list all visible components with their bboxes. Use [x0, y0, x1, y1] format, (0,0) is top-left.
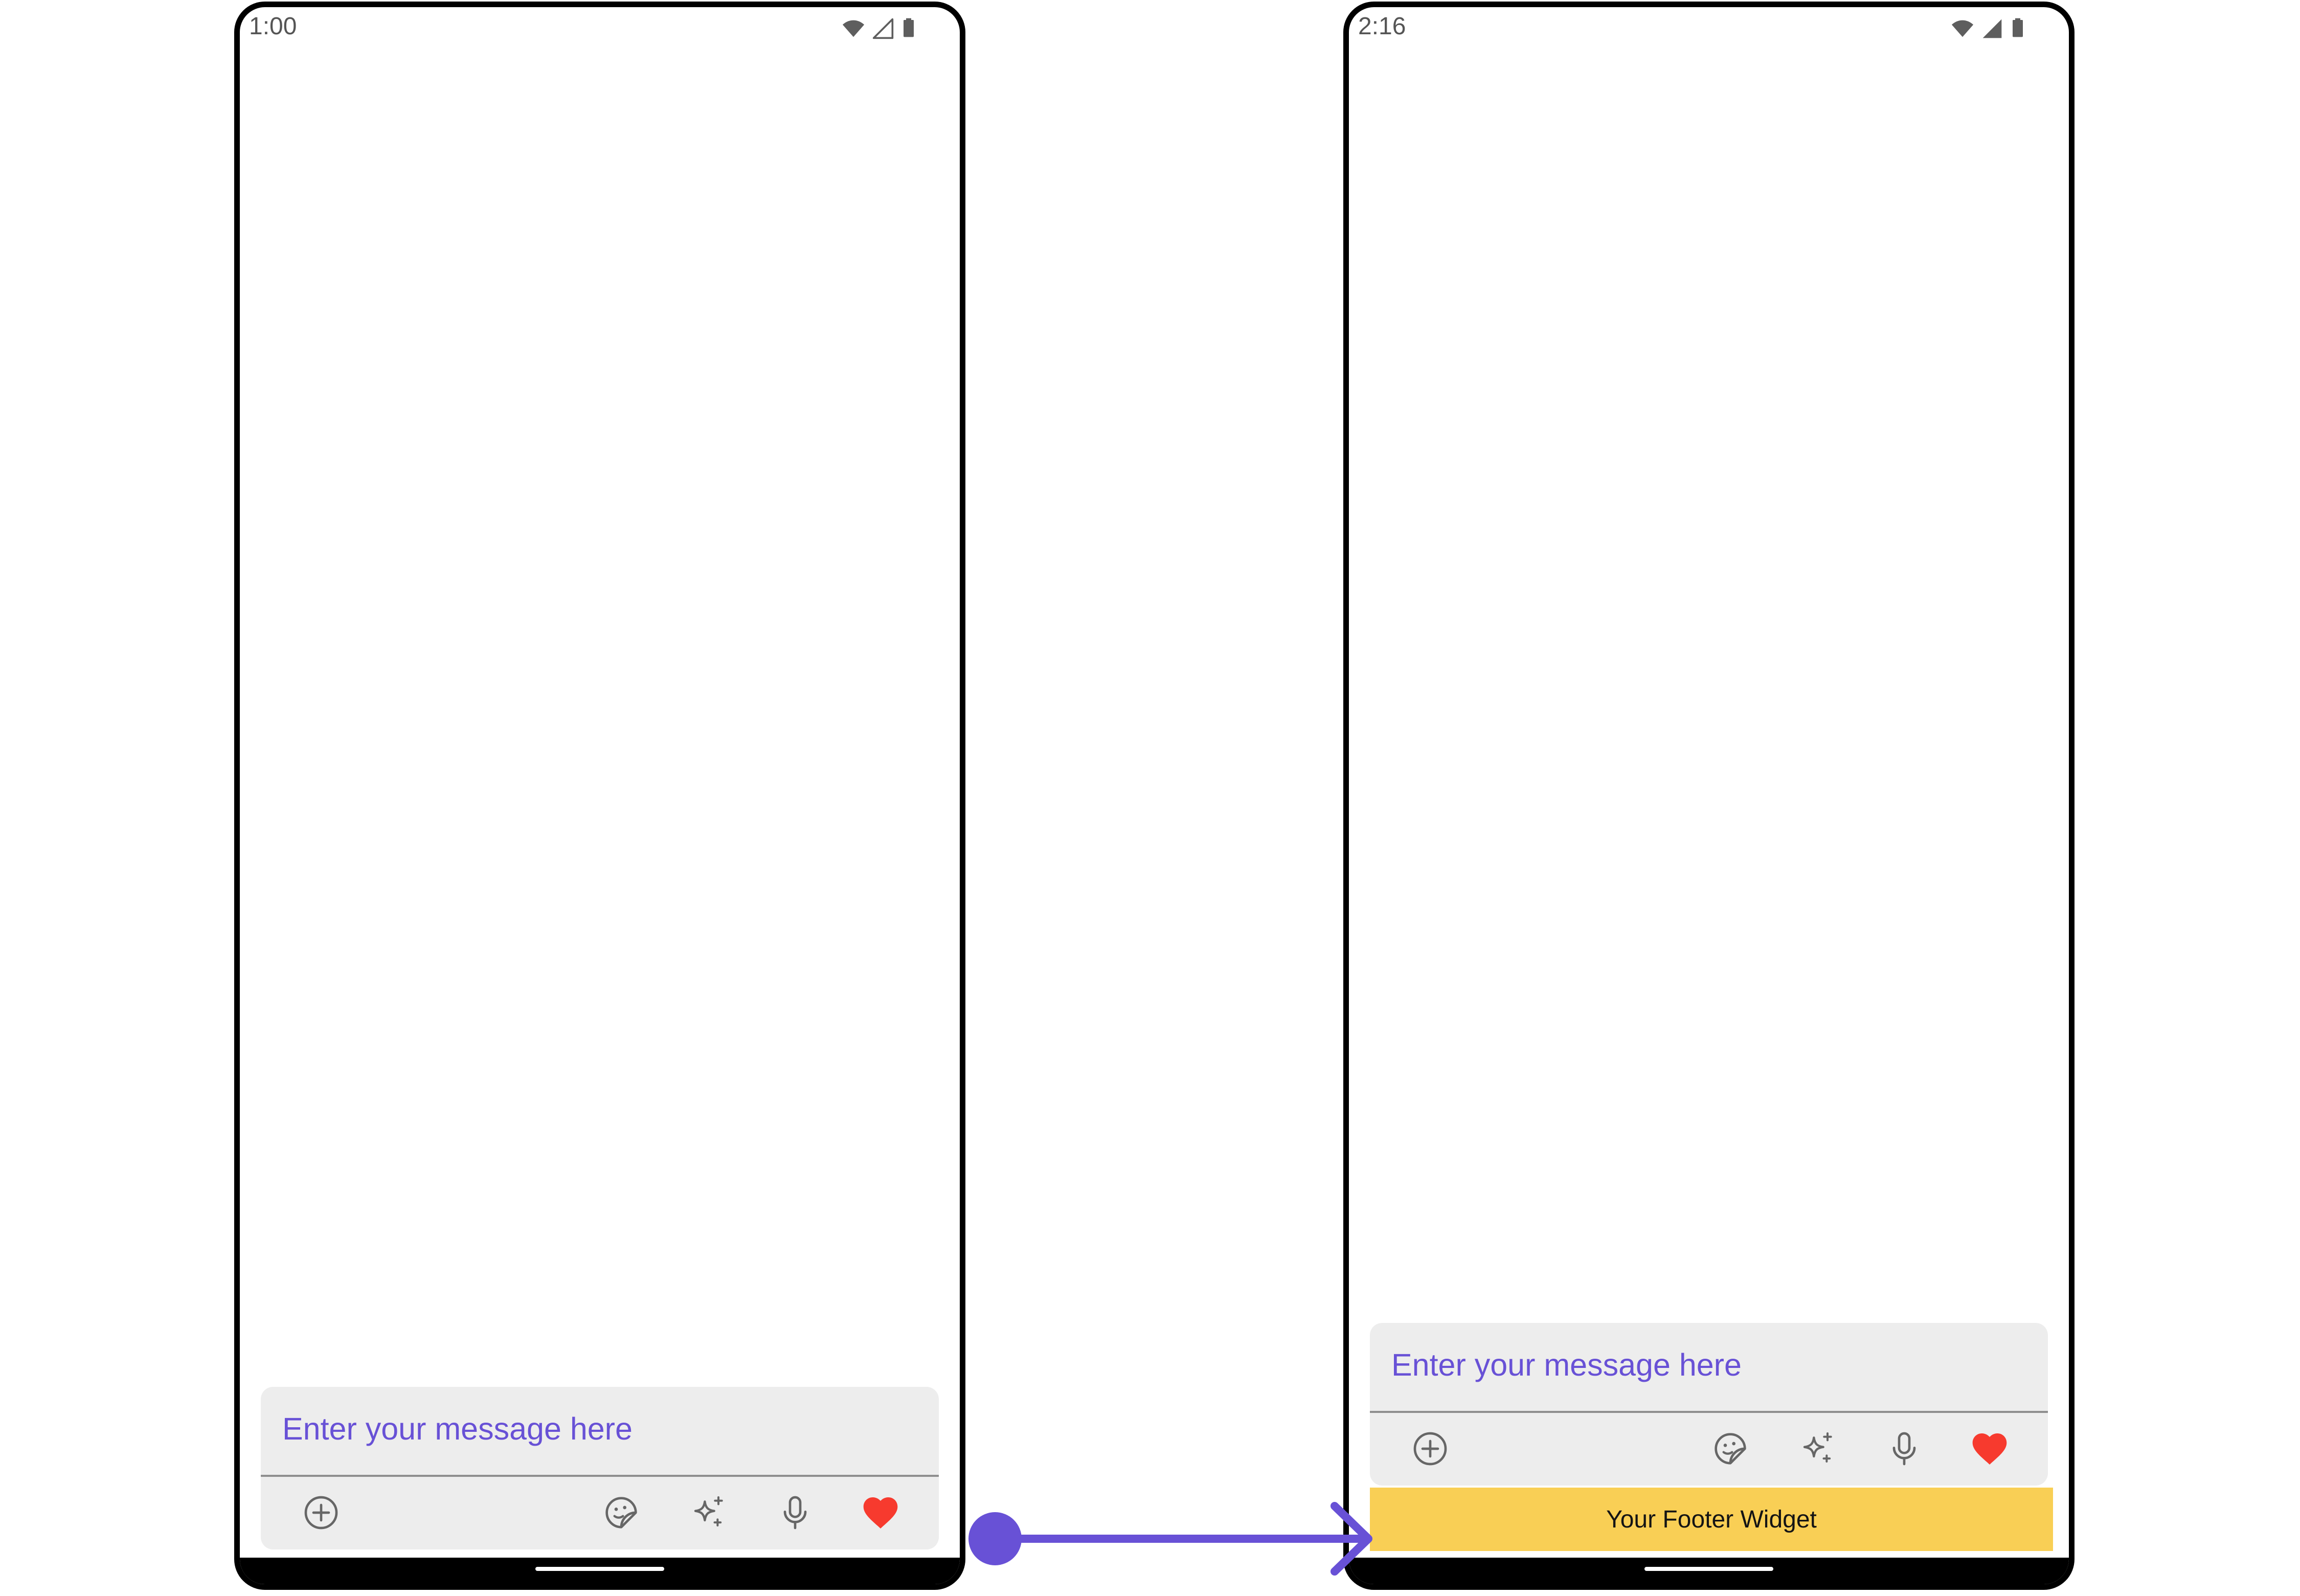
status-time: 1:00: [249, 13, 297, 40]
composer-divider: [1370, 1411, 2048, 1413]
sparkles-icon[interactable]: [1797, 1428, 1838, 1469]
wifi-icon: [837, 16, 870, 40]
heart-icon[interactable]: [1969, 1428, 2010, 1469]
plus-circle-icon[interactable]: [301, 1492, 342, 1533]
sparkles-icon[interactable]: [688, 1492, 729, 1533]
battery-icon: [2008, 15, 2028, 40]
microphone-icon[interactable]: [1884, 1428, 1925, 1469]
home-handle[interactable]: [535, 1567, 664, 1571]
message-input[interactable]: Enter your message here: [1391, 1350, 1742, 1381]
message-composer: Enter your message here: [1370, 1323, 2048, 1486]
sticker-icon[interactable]: [1710, 1428, 1751, 1469]
system-nav-bar: [1349, 1558, 2069, 1584]
plus-circle-icon[interactable]: [1410, 1428, 1451, 1469]
microphone-icon[interactable]: [775, 1492, 816, 1533]
home-handle[interactable]: [1644, 1567, 1773, 1571]
sticker-icon[interactable]: [601, 1492, 642, 1533]
phone-after: 2:16 Enter your message here Your Footer…: [1343, 2, 2074, 1590]
footer-widget: Your Footer Widget: [1370, 1488, 2053, 1551]
wifi-icon: [1946, 16, 1979, 40]
heart-icon[interactable]: [860, 1492, 901, 1533]
arrow-origin-dot: [968, 1512, 1022, 1565]
message-composer: Enter your message here: [261, 1387, 939, 1549]
composer-divider: [261, 1475, 939, 1477]
cell-signal-icon: [872, 17, 894, 40]
phone-before: 1:00 Enter your message here: [234, 2, 965, 1590]
message-input[interactable]: Enter your message here: [282, 1413, 633, 1445]
system-nav-bar: [240, 1558, 960, 1584]
status-time: 2:16: [1358, 13, 1406, 40]
cell-signal-icon: [1981, 17, 2003, 40]
battery-icon: [898, 15, 919, 40]
